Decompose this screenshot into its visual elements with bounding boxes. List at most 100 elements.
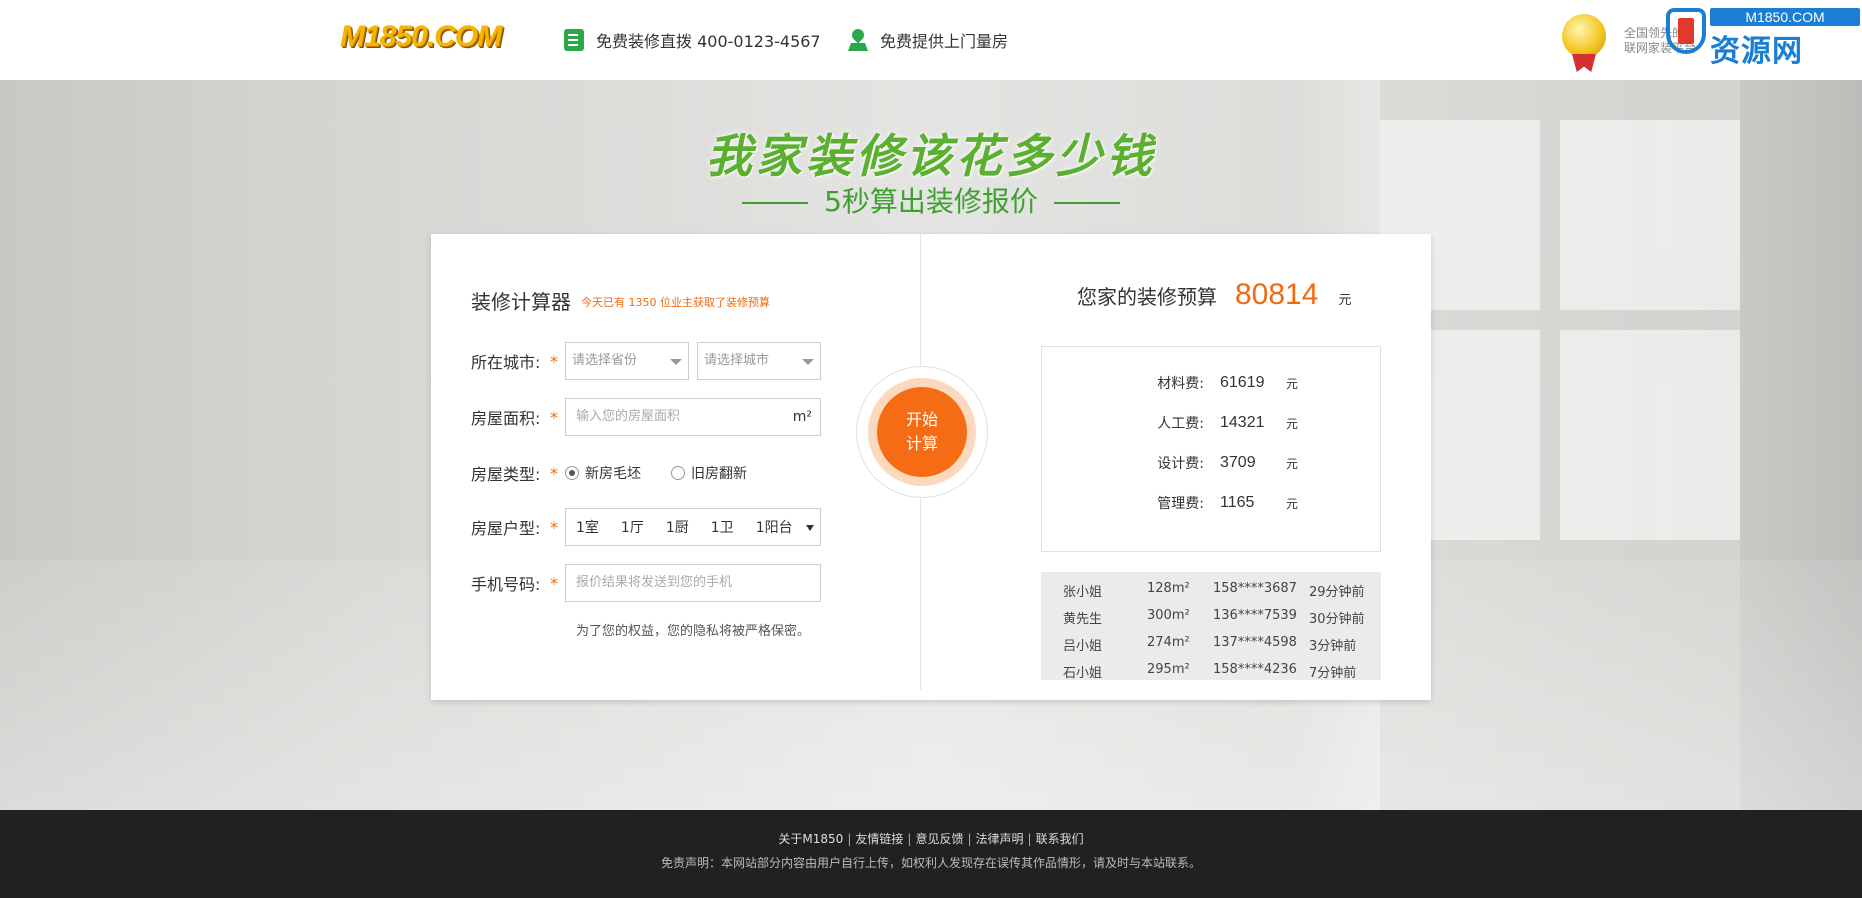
site-footer: 关于M1850 | 友情链接 | 意见反馈 | 法律声明 | 联系我们 免责声明：本网站部分内容… <box>0 810 1862 898</box>
footer-separator: | <box>907 832 912 846</box>
fee-value: 14321 <box>1220 414 1265 431</box>
footer-separator: | <box>967 832 972 846</box>
layout-bathrooms[interactable]: 1卫 <box>711 517 734 537</box>
budget-value: 80814 <box>1235 278 1319 311</box>
layout-select[interactable]: 1室 1厅 1厨 1卫 1阳台 <box>565 508 821 546</box>
record-phone: 136****7539 <box>1213 608 1297 623</box>
layout-balconies[interactable]: 1阳台 <box>756 517 793 537</box>
record-area: 128m² <box>1147 581 1190 596</box>
dropdown-caret-icon[interactable] <box>806 525 814 531</box>
fee-value: 3709 <box>1220 454 1256 471</box>
fee-label: 管理费: <box>1157 496 1204 512</box>
budget-label: 您家的装修预算 <box>1077 285 1217 309</box>
hero-title: 我家装修该花多少钱 <box>706 129 1156 183</box>
subtitle-line-right <box>1053 202 1120 204</box>
start-button-line2: 计算 <box>905 434 938 453</box>
phone-hotline: 免费装修直拨 400-0123-4567 <box>564 28 821 52</box>
calculator-card: 装修计算器 今天已有 1350 位业主获取了装修预算 所在城市: * 请选择省份… <box>431 234 1431 700</box>
record-area: 300m² <box>1147 608 1190 623</box>
province-select[interactable]: 请选择省份 <box>565 342 689 380</box>
subtitle-line-left <box>742 202 809 204</box>
footer-separator: | <box>1027 832 1032 846</box>
map-pin-icon <box>848 29 868 51</box>
record-area: 274m² <box>1147 635 1190 650</box>
record-phone: 158****3687 <box>1213 581 1297 596</box>
fee-unit: 元 <box>1286 496 1299 511</box>
layout-rooms[interactable]: 1室 <box>576 517 599 537</box>
phone-list-icon <box>564 29 584 51</box>
site-header: M1850.COM 免费装修直拨 400-0123-4567 免费提供上门量房 … <box>0 0 1862 80</box>
brand-url: M1850.COM <box>1710 8 1860 26</box>
footer-link-contact[interactable]: 联系我们 <box>1036 832 1084 846</box>
phone-row: 手机号码: * 报价结果将发送到您的手机 <box>471 564 821 602</box>
fee-label: 材料费: <box>1157 376 1204 392</box>
area-placeholder: 输入您的房屋面积 <box>576 409 681 424</box>
fee-row-labor: 人工费: 14321 元 <box>1154 413 1298 433</box>
measure-service: 免费提供上门量房 <box>848 28 1008 52</box>
footer-separator: | <box>847 832 852 846</box>
record-name: 张小姐 <box>1063 585 1103 600</box>
fee-value: 1165 <box>1220 494 1255 511</box>
required-mark: * <box>550 407 558 427</box>
fee-row-management: 管理费: 1165 元 <box>1154 493 1298 513</box>
footer-link-friends[interactable]: 友情链接 <box>855 832 903 846</box>
record-time: 7分钟前 <box>1309 666 1357 680</box>
medal-icon <box>1562 14 1606 58</box>
fee-value: 61619 <box>1220 374 1265 391</box>
fee-unit: 元 <box>1286 376 1299 391</box>
record-phone: 158****4236 <box>1213 662 1297 677</box>
required-mark: * <box>550 573 558 593</box>
record-name: 黄先生 <box>1063 612 1103 627</box>
required-mark: * <box>550 463 558 483</box>
fee-label: 人工费: <box>1157 416 1204 432</box>
layout-halls[interactable]: 1厅 <box>621 517 644 537</box>
radio-checked-icon[interactable] <box>565 466 579 480</box>
city-label: 所在城市: <box>471 353 541 372</box>
record-time: 30分钟前 <box>1309 612 1365 627</box>
shield-icon <box>1666 8 1706 54</box>
area-unit: m² <box>792 409 812 425</box>
required-mark: * <box>550 517 558 537</box>
record-time: 29分钟前 <box>1309 585 1365 600</box>
recent-quotes-list[interactable]: 张小姐 128m² 158****3687 29分钟前 黄先生 300m² 13… <box>1041 572 1381 680</box>
privacy-note: 为了您的权益，您的隐私将被严格保密。 <box>576 624 811 639</box>
budget-unit: 元 <box>1338 293 1352 308</box>
phone-label: 手机号码: <box>471 575 541 594</box>
list-item: 黄先生 300m² 136****7539 30分钟前 <box>1041 605 1381 627</box>
start-calculate-button[interactable]: 开始 计算 <box>877 387 967 477</box>
brand-badge[interactable]: 全国领先的 联网家装平台 M1850.COM 资源网 <box>1562 4 1862 76</box>
area-input[interactable]: 输入您的房屋面积 m² <box>565 398 821 436</box>
layout-row: 房屋户型: * 1室 1厅 1厨 1卫 1阳台 <box>471 508 821 546</box>
calculator-title: 装修计算器 <box>471 290 571 314</box>
footer-link-legal[interactable]: 法律声明 <box>976 832 1024 846</box>
radio-unchecked-icon[interactable] <box>671 466 685 480</box>
calculator-note: 今天已有 1350 位业主获取了装修预算 <box>581 296 770 309</box>
phone-placeholder: 报价结果将发送到您的手机 <box>576 575 733 590</box>
fee-row-material: 材料费: 61619 元 <box>1154 373 1298 393</box>
footer-link-about[interactable]: 关于M1850 <box>778 832 843 846</box>
list-item: 石小姐 295m² 158****4236 7分钟前 <box>1041 659 1381 680</box>
area-row: 房屋面积: * 输入您的房屋面积 m² <box>471 398 821 436</box>
start-button-line1: 开始 <box>905 410 938 429</box>
area-label: 房屋面积: <box>471 409 541 428</box>
fee-label: 设计费: <box>1157 456 1204 472</box>
layout-kitchens[interactable]: 1厨 <box>666 517 689 537</box>
phone-hotline-text: 免费装修直拨 400-0123-4567 <box>596 32 821 51</box>
type-row: 房屋类型: * 新房毛坯 旧房翻新 <box>471 454 777 492</box>
record-phone: 137****4598 <box>1213 635 1297 650</box>
record-name: 石小姐 <box>1063 666 1103 680</box>
type-option-new-label: 新房毛坯 <box>585 466 641 482</box>
budget-summary: 您家的装修预算 80814 元 <box>1077 278 1351 312</box>
type-radio-new[interactable]: 新房毛坯 <box>565 463 641 483</box>
footer-link-feedback[interactable]: 意见反馈 <box>915 832 963 846</box>
layout-label: 房屋户型: <box>471 519 541 538</box>
city-select[interactable]: 请选择城市 <box>697 342 821 380</box>
type-radio-old[interactable]: 旧房翻新 <box>671 463 747 483</box>
brand-name: 资源网 <box>1710 34 1803 69</box>
list-item: 吕小姐 274m² 137****4598 3分钟前 <box>1041 632 1381 654</box>
site-logo[interactable]: M1850.COM <box>340 20 502 54</box>
record-name: 吕小姐 <box>1063 639 1103 654</box>
record-area: 295m² <box>1147 662 1190 677</box>
type-option-old-label: 旧房翻新 <box>691 466 747 482</box>
phone-input[interactable]: 报价结果将发送到您的手机 <box>565 564 821 602</box>
